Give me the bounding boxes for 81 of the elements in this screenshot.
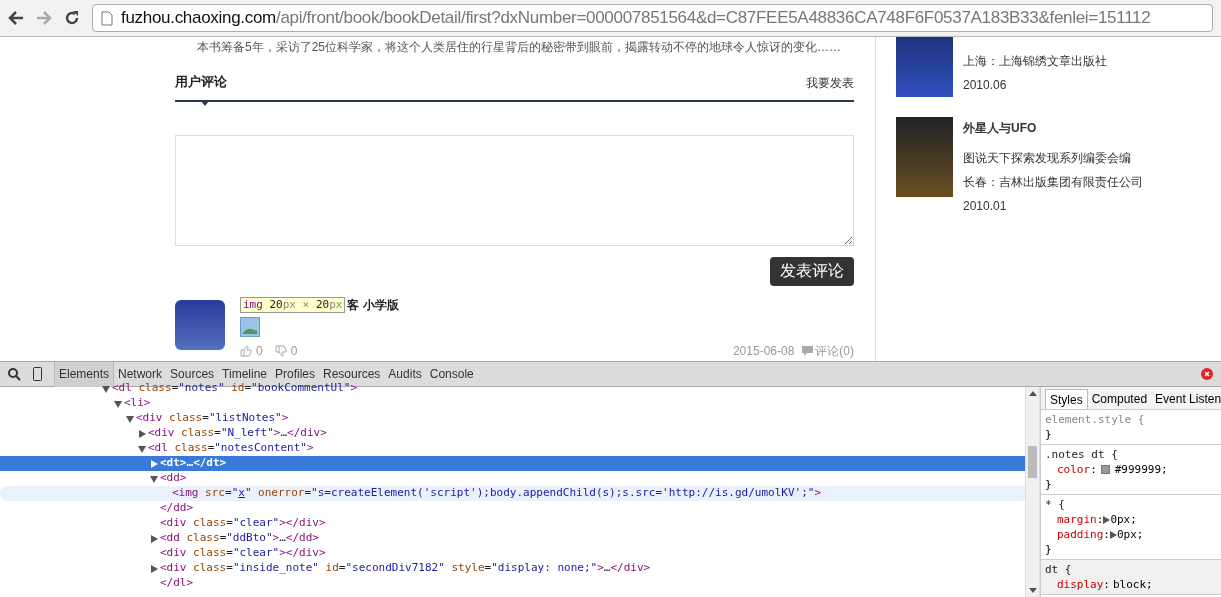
dom-node-line[interactable]: <dl class="notesContent">: [148, 440, 314, 457]
post-comment-link[interactable]: 我要发表: [806, 73, 854, 92]
dom-node-line[interactable]: <div class="inside_note" id="secondDiv7182" style="display: none;">…</div>: [160, 560, 651, 577]
dom-node-line[interactable]: <dl class="notes" id="bookCommentUl">: [112, 380, 358, 397]
book-title[interactable]: 外星人与UFO: [963, 119, 1143, 137]
css-selector: dt {: [1045, 562, 1073, 577]
book-date: 2010.01: [963, 198, 1008, 215]
book-author: 图说天下探索发现系列编委会编: [963, 150, 1132, 167]
url-text: fuzhou.chaoxing.com/api/front/book/bookDetail/first?dxNumber=000007851564&d=C87FEE5A48836CA748F6F0537A183B33&fenlei=151112: [121, 7, 1151, 30]
styles-pane-tab[interactable]: Event Listen: [1151, 389, 1221, 409]
css-property: margin: [1057, 512, 1097, 527]
colon: :: [1103, 577, 1110, 592]
mobile-device-icon[interactable]: [33, 367, 42, 381]
broken-image-icon: [240, 316, 260, 337]
book-date: 2010.06: [963, 77, 1008, 94]
dom-node-line[interactable]: <div class="clear"></div>: [160, 545, 326, 562]
search-icon[interactable]: [8, 367, 21, 381]
section-title: 用户评论: [175, 73, 227, 91]
closing-brace: }: [1045, 427, 1053, 442]
expand-triangle-icon[interactable]: [150, 459, 158, 468]
closing-brace: }: [1045, 477, 1053, 492]
collapse-triangle-icon[interactable]: [126, 414, 134, 423]
page-icon: [101, 10, 113, 26]
book-description: 本书筹备5年，采访了25位科学家，将这个人类居住的行星背后的秘密带到眼前，揭露转动不停的地球令人惊讶的变化……: [196, 39, 843, 56]
scrollbar-thumb[interactable]: [1028, 446, 1037, 478]
commenter-name: 客 小学版: [347, 296, 399, 314]
css-value: block;: [1113, 577, 1153, 592]
inspect-tooltip: img 20px × 20px: [240, 296, 346, 313]
dom-node-line[interactable]: <dd class="ddBto">…</dd>: [160, 530, 319, 547]
dom-node-line[interactable]: </dl>: [160, 575, 194, 592]
comment-input-field[interactable]: [175, 134, 854, 246]
css-selector: * {: [1045, 497, 1066, 512]
dislike-count: 0: [290, 342, 298, 360]
dom-node-line[interactable]: <li>: [124, 395, 151, 412]
collapse-triangle-icon[interactable]: [150, 474, 158, 483]
dom-node-line[interactable]: </dd>: [160, 500, 194, 517]
avatar-image: [175, 299, 225, 350]
css-property: color: [1057, 462, 1091, 477]
submit-comment-button[interactable]: 发表评论: [770, 256, 854, 286]
colon: :: [1096, 512, 1104, 527]
css-value: #999999;: [1114, 462, 1168, 477]
dom-node-line[interactable]: <div class="clear"></div>: [160, 515, 326, 532]
dom-node-line[interactable]: <dt>…</dt>: [160, 455, 227, 472]
css-property: padding: [1057, 527, 1104, 542]
collapse-triangle-icon[interactable]: [102, 384, 110, 393]
book-publisher: 上海：上海锦绣文章出版社: [963, 53, 1107, 70]
css-property: display: [1057, 577, 1104, 592]
thumbs-up-icon[interactable]: [240, 344, 252, 357]
speech-bubble-icon: [802, 345, 814, 356]
styles-pane-tab[interactable]: Computed: [1087, 389, 1152, 409]
css-selector: .notes dt {: [1045, 447, 1119, 462]
reload-icon[interactable]: [64, 10, 80, 26]
css-value: 0px;: [1110, 512, 1137, 527]
like-count: 0: [256, 342, 263, 360]
dom-node-line[interactable]: <div class="listNotes">: [136, 410, 289, 427]
devtools-tab[interactable]: Elements: [54, 361, 115, 387]
collapse-triangle-icon[interactable]: [114, 399, 122, 408]
dom-node-line[interactable]: <div class="N_left">…</div>: [148, 425, 327, 442]
css-selector: element.style {: [1045, 412, 1146, 427]
thumbs-down-icon[interactable]: [274, 344, 287, 357]
dom-node-line[interactable]: <dd>: [160, 470, 187, 487]
colon: :: [1103, 527, 1110, 542]
scrollbar[interactable]: [1025, 387, 1040, 597]
address-bar[interactable]: fuzhou.chaoxing.com/api/front/book/bookDetail/first?dxNumber=000007851564&d=C87FEE5A48836CA748F6F0537A183B33&fenlei=151112: [92, 4, 1213, 32]
scroll-up-icon[interactable]: [1028, 391, 1037, 396]
styles-pane-tab[interactable]: Styles: [1045, 389, 1088, 409]
color-swatch[interactable]: [1100, 465, 1110, 474]
error-icon[interactable]: [1201, 368, 1213, 380]
scroll-down-icon[interactable]: [1028, 588, 1037, 593]
book-publisher: 长春：吉林出版集团有限责任公司: [963, 174, 1143, 191]
back-arrow-icon[interactable]: [8, 11, 24, 25]
closing-brace: }: [1045, 542, 1053, 557]
devtools-tab[interactable]: Console: [425, 361, 478, 387]
colon: :: [1090, 462, 1097, 477]
expand-triangle-icon[interactable]: [138, 429, 146, 438]
collapse-triangle-icon[interactable]: [138, 444, 146, 453]
comment-date: 2015-06-08: [732, 342, 795, 360]
devtools-tab[interactable]: Audits: [384, 361, 426, 387]
expand-triangle-icon[interactable]: [150, 534, 158, 543]
css-value: 0px;: [1117, 527, 1144, 542]
expand-triangle-icon[interactable]: [150, 564, 158, 573]
